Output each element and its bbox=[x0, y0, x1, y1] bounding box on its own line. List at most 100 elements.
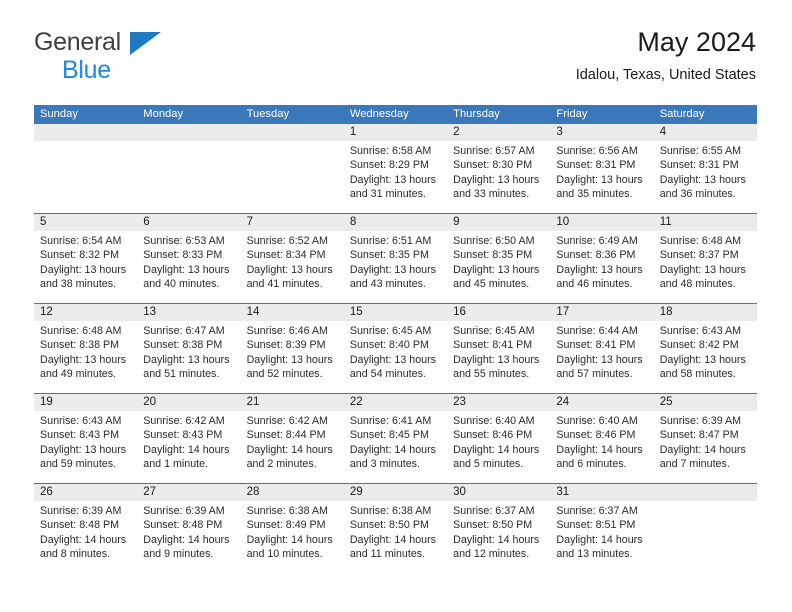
day-number: 1 bbox=[343, 124, 448, 141]
sunset-text: Sunset: 8:40 PM bbox=[349, 339, 429, 352]
calendar-day-cell[interactable]: 11 Sunrise: 6:48 AM Sunset: 8:37 PM Dayligh… bbox=[653, 214, 757, 303]
sunrise-text: Sunrise: 6:48 AM bbox=[40, 325, 122, 337]
daylight-text-line1: Daylight: 13 hours bbox=[349, 263, 436, 276]
sunset-text: Sunset: 8:32 PM bbox=[40, 249, 120, 262]
daylight-text-line2: and 41 minutes. bbox=[246, 278, 323, 291]
calendar-day-cell-empty bbox=[240, 124, 344, 213]
day-details: Sunrise: 6:54 AM Sunset: 8:32 PM Daylight:… bbox=[34, 231, 137, 292]
sunrise-text: Sunrise: 6:47 AM bbox=[143, 325, 225, 337]
daylight-text-line2: and 58 minutes. bbox=[659, 368, 736, 381]
calendar-day-cell[interactable]: 27 Sunrise: 6:39 AM Sunset: 8:48 PM Dayligh… bbox=[137, 484, 241, 573]
page-title: May 2024 bbox=[637, 27, 756, 57]
calendar-day-cell[interactable]: 9 Sunrise: 6:50 AM Sunset: 8:35 PM Daylight… bbox=[447, 214, 551, 303]
daylight-text-line2: and 55 minutes. bbox=[453, 368, 530, 381]
day-details: Sunrise: 6:49 AM Sunset: 8:36 PM Daylight:… bbox=[550, 231, 653, 292]
calendar-day-cell[interactable]: 28 Sunrise: 6:38 AM Sunset: 8:49 PM Dayligh… bbox=[240, 484, 344, 573]
weekday-header-saturday: Saturday bbox=[659, 108, 705, 120]
day-number bbox=[34, 124, 138, 141]
day-number: 14 bbox=[240, 304, 344, 321]
sunrise-text: Sunrise: 6:56 AM bbox=[556, 145, 638, 157]
day-number: 8 bbox=[343, 214, 448, 231]
weekday-header-monday: Monday bbox=[143, 108, 184, 120]
daylight-text-line2: and 10 minutes. bbox=[246, 548, 323, 561]
calendar-day-cell[interactable]: 6 Sunrise: 6:53 AM Sunset: 8:33 PM Daylight… bbox=[137, 214, 241, 303]
day-number: 6 bbox=[137, 214, 241, 231]
sunrise-text: Sunrise: 6:51 AM bbox=[349, 235, 432, 247]
weekday-header-sunday: Sunday bbox=[40, 108, 78, 120]
calendar-day-cell[interactable]: 31 Sunrise: 6:37 AM Sunset: 8:51 PM Dayligh… bbox=[550, 484, 654, 573]
day-details: Sunrise: 6:50 AM Sunset: 8:35 PM Daylight:… bbox=[447, 231, 550, 292]
logo-word-blue: Blue bbox=[62, 56, 111, 84]
calendar-day-cell[interactable]: 12 Sunrise: 6:48 AM Sunset: 8:38 PM Dayligh… bbox=[34, 304, 138, 393]
day-details: Sunrise: 6:53 AM Sunset: 8:33 PM Daylight:… bbox=[137, 231, 240, 292]
daylight-text-line1: Daylight: 14 hours bbox=[143, 533, 230, 546]
title-block: May 2024 Idalou, Texas, United States bbox=[576, 27, 756, 84]
daylight-text-line1: Daylight: 14 hours bbox=[556, 443, 643, 456]
day-number: 2 bbox=[447, 124, 551, 141]
sunrise-text: Sunrise: 6:41 AM bbox=[349, 415, 432, 427]
daylight-text-line1: Daylight: 14 hours bbox=[349, 533, 436, 546]
day-details: Sunrise: 6:39 AM Sunset: 8:47 PM Daylight:… bbox=[654, 411, 757, 472]
calendar-day-cell[interactable]: 10 Sunrise: 6:49 AM Sunset: 8:36 PM Dayligh… bbox=[550, 214, 654, 303]
day-details: Sunrise: 6:43 AM Sunset: 8:42 PM Daylight:… bbox=[654, 321, 757, 382]
daylight-text-line1: Daylight: 13 hours bbox=[40, 263, 127, 276]
calendar-day-cell[interactable]: 19 Sunrise: 6:43 AM Sunset: 8:43 PM Dayligh… bbox=[34, 394, 138, 483]
sunrise-text: Sunrise: 6:45 AM bbox=[453, 325, 535, 337]
daylight-text-line2: and 31 minutes. bbox=[349, 188, 426, 201]
sunset-text: Sunset: 8:38 PM bbox=[40, 339, 120, 352]
calendar-day-cell[interactable]: 13 Sunrise: 6:47 AM Sunset: 8:38 PM Dayligh… bbox=[137, 304, 241, 393]
calendar-day-cell[interactable]: 18 Sunrise: 6:43 AM Sunset: 8:42 PM Dayligh… bbox=[653, 304, 757, 393]
day-number: 16 bbox=[447, 304, 551, 321]
logo-text-general: General bbox=[34, 30, 161, 56]
calendar-day-cell-empty bbox=[34, 124, 138, 213]
day-number: 30 bbox=[447, 484, 551, 501]
day-details: Sunrise: 6:48 AM Sunset: 8:37 PM Daylight:… bbox=[654, 231, 757, 292]
day-details: Sunrise: 6:46 AM Sunset: 8:39 PM Daylight:… bbox=[241, 321, 344, 382]
day-details: Sunrise: 6:55 AM Sunset: 8:31 PM Daylight:… bbox=[654, 141, 757, 202]
calendar-day-cell[interactable]: 25 Sunrise: 6:39 AM Sunset: 8:47 PM Dayligh… bbox=[653, 394, 757, 483]
day-number: 4 bbox=[653, 124, 757, 141]
daylight-text-line2: and 52 minutes. bbox=[246, 368, 323, 381]
daylight-text-line2: and 43 minutes. bbox=[349, 278, 426, 291]
calendar-day-cell[interactable]: 4 Sunrise: 6:55 AM Sunset: 8:31 PM Daylight… bbox=[653, 124, 757, 213]
daylight-text-line2: and 51 minutes. bbox=[143, 368, 220, 381]
daylight-text-line1: Daylight: 13 hours bbox=[659, 353, 746, 366]
calendar-day-cell[interactable]: 21 Sunrise: 6:42 AM Sunset: 8:44 PM Dayligh… bbox=[240, 394, 344, 483]
daylight-text-line1: Daylight: 14 hours bbox=[453, 443, 540, 456]
calendar-day-cell[interactable]: 22 Sunrise: 6:41 AM Sunset: 8:45 PM Dayligh… bbox=[343, 394, 448, 483]
general-blue-logo[interactable]: General Blue bbox=[34, 30, 161, 84]
sunset-text: Sunset: 8:36 PM bbox=[556, 249, 636, 262]
calendar-day-cell[interactable]: 30 Sunrise: 6:37 AM Sunset: 8:50 PM Dayligh… bbox=[447, 484, 551, 573]
sunrise-text: Sunrise: 6:37 AM bbox=[556, 505, 638, 517]
day-details: Sunrise: 6:41 AM Sunset: 8:45 PM Daylight:… bbox=[344, 411, 447, 472]
calendar-day-cell[interactable]: 26 Sunrise: 6:39 AM Sunset: 8:48 PM Dayligh… bbox=[34, 484, 138, 573]
day-number: 21 bbox=[240, 394, 344, 411]
calendar-day-cell[interactable]: 1 Sunrise: 6:58 AM Sunset: 8:29 PM Daylight… bbox=[343, 124, 448, 213]
calendar-day-cell[interactable]: 8 Sunrise: 6:51 AM Sunset: 8:35 PM Daylight… bbox=[343, 214, 448, 303]
calendar-day-cell[interactable]: 29 Sunrise: 6:38 AM Sunset: 8:50 PM Dayligh… bbox=[343, 484, 448, 573]
daylight-text-line2: and 9 minutes. bbox=[143, 548, 214, 561]
calendar-day-cell[interactable]: 3 Sunrise: 6:56 AM Sunset: 8:31 PM Daylight… bbox=[550, 124, 654, 213]
calendar-day-cell[interactable]: 5 Sunrise: 6:54 AM Sunset: 8:32 PM Daylight… bbox=[34, 214, 138, 303]
sunset-text: Sunset: 8:31 PM bbox=[659, 159, 739, 172]
sunset-text: Sunset: 8:45 PM bbox=[349, 429, 429, 442]
day-number: 31 bbox=[550, 484, 654, 501]
day-details: Sunrise: 6:44 AM Sunset: 8:41 PM Daylight:… bbox=[550, 321, 653, 382]
day-number bbox=[137, 124, 241, 141]
day-number: 23 bbox=[447, 394, 551, 411]
day-details: Sunrise: 6:38 AM Sunset: 8:49 PM Daylight:… bbox=[241, 501, 344, 562]
day-number bbox=[653, 484, 757, 501]
calendar-day-cell[interactable]: 15 Sunrise: 6:45 AM Sunset: 8:40 PM Dayligh… bbox=[343, 304, 448, 393]
calendar-day-cell[interactable]: 14 Sunrise: 6:46 AM Sunset: 8:39 PM Dayligh… bbox=[240, 304, 344, 393]
sunrise-text: Sunrise: 6:40 AM bbox=[453, 415, 535, 427]
calendar-day-cell[interactable]: 20 Sunrise: 6:42 AM Sunset: 8:43 PM Dayligh… bbox=[137, 394, 241, 483]
calendar-day-cell[interactable]: 16 Sunrise: 6:45 AM Sunset: 8:41 PM Dayligh… bbox=[447, 304, 551, 393]
calendar-day-cell[interactable]: 7 Sunrise: 6:52 AM Sunset: 8:34 PM Daylight… bbox=[240, 214, 344, 303]
sunrise-text: Sunrise: 6:54 AM bbox=[40, 235, 122, 247]
calendar-day-cell[interactable]: 24 Sunrise: 6:40 AM Sunset: 8:46 PM Dayligh… bbox=[550, 394, 654, 483]
calendar-day-cell[interactable]: 2 Sunrise: 6:57 AM Sunset: 8:30 PM Daylight… bbox=[447, 124, 551, 213]
calendar-day-cell[interactable]: 17 Sunrise: 6:44 AM Sunset: 8:41 PM Dayligh… bbox=[550, 304, 654, 393]
day-number: 24 bbox=[550, 394, 654, 411]
day-details: Sunrise: 6:40 AM Sunset: 8:46 PM Daylight:… bbox=[550, 411, 653, 472]
calendar-day-cell[interactable]: 23 Sunrise: 6:40 AM Sunset: 8:46 PM Dayligh… bbox=[447, 394, 551, 483]
